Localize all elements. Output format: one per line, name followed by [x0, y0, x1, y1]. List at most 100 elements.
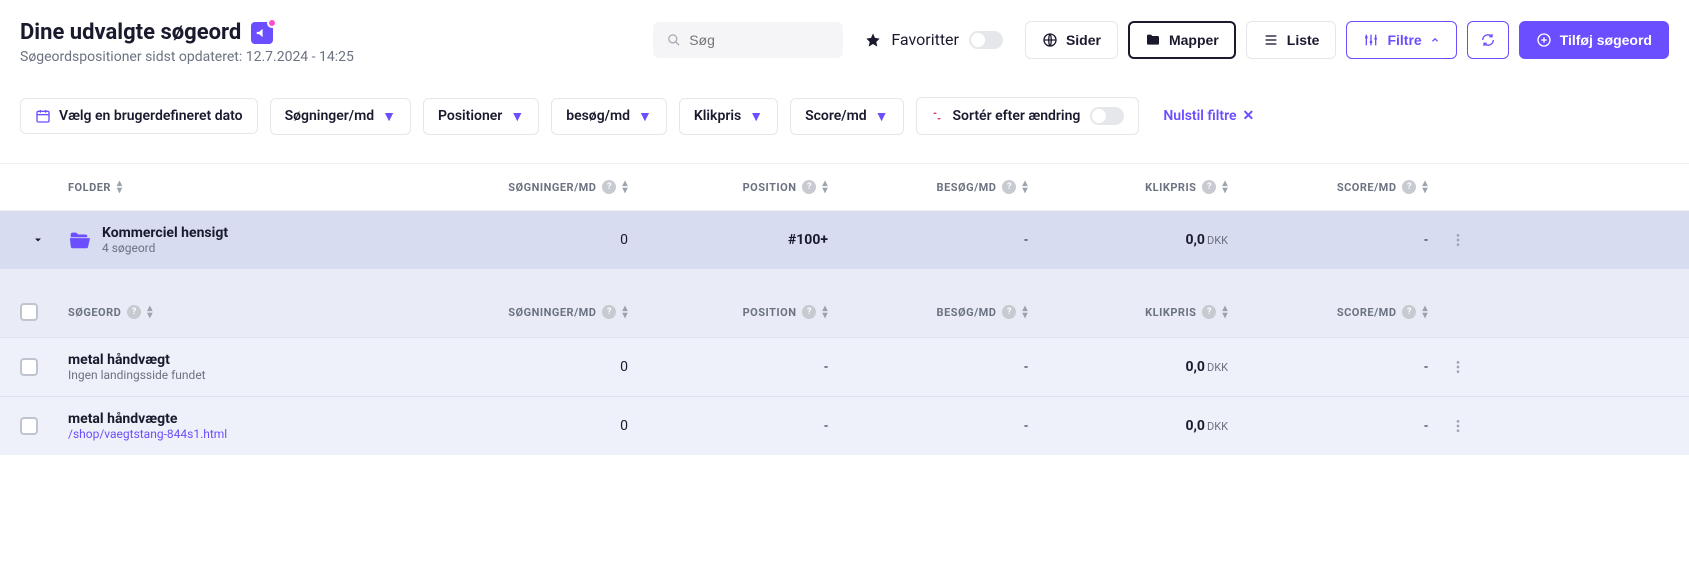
keyword-landing-page-link[interactable]: /shop/vaegtstang-844s1.html: [68, 427, 428, 441]
last-updated-text: Søgeordspositioner sidst opdateret: 12.7…: [20, 49, 354, 65]
keyword-score: -: [1228, 359, 1428, 375]
help-icon[interactable]: ?: [127, 305, 141, 319]
col-visits[interactable]: BESØG/MD ? ▴▾: [828, 180, 1028, 194]
search-box[interactable]: [653, 22, 843, 58]
sort-icon: ▴▾: [1422, 305, 1428, 319]
keyword-visits: -: [828, 418, 1028, 434]
positions-filter[interactable]: Positioner ▼: [423, 98, 539, 135]
help-icon[interactable]: ?: [602, 180, 616, 194]
keyword-cell: metal håndvægte /shop/vaegtstang-844s1.h…: [68, 411, 428, 441]
announcement-icon[interactable]: [251, 22, 273, 44]
visits-filter[interactable]: besøg/md ▼: [551, 98, 667, 135]
help-icon[interactable]: ?: [602, 305, 616, 319]
searches-filter[interactable]: Søgninger/md ▼: [270, 98, 411, 135]
keyword-searches: 0: [428, 418, 628, 434]
help-icon[interactable]: ?: [1002, 180, 1016, 194]
filters-button[interactable]: Filtre: [1346, 21, 1456, 59]
folder-searches: 0: [428, 232, 628, 248]
keyword-row[interactable]: metal håndvægt Ingen landingsside fundet…: [0, 337, 1689, 396]
reset-filters-link[interactable]: Nulstil filtre ✕: [1163, 108, 1254, 124]
help-icon[interactable]: ?: [802, 180, 816, 194]
favorites-label: Favoritter: [891, 30, 959, 49]
col-cpc[interactable]: KLIKPRIS ? ▴▾: [1028, 180, 1228, 194]
keyword-position: -: [628, 418, 828, 434]
add-keyword-button[interactable]: Tilføj søgeord: [1519, 21, 1669, 59]
title-row: Dine udvalgte søgeord: [20, 20, 354, 45]
list-view-button[interactable]: Liste: [1246, 21, 1337, 59]
pages-view-button[interactable]: Sider: [1025, 21, 1118, 59]
folder-score: -: [1228, 232, 1428, 248]
chevron-down-icon: ▼: [749, 108, 763, 125]
folders-view-button[interactable]: Mapper: [1128, 21, 1236, 59]
row-checkbox[interactable]: [20, 417, 38, 435]
folder-icon: [1145, 32, 1161, 48]
chevron-down-icon: ▼: [382, 108, 396, 125]
help-icon[interactable]: ?: [1202, 180, 1216, 194]
table-header: FOLDER ▴▾ SØGNINGER/MD ? ▴▾ POSITION ? ▴…: [0, 163, 1689, 211]
help-icon[interactable]: ?: [1402, 180, 1416, 194]
chevron-up-icon: [1430, 35, 1440, 45]
sub-col-keyword[interactable]: SØGEORD ? ▴▾: [68, 305, 428, 319]
row-more-menu[interactable]: [1428, 418, 1488, 434]
chevron-down-icon: [32, 234, 44, 246]
row-checkbox[interactable]: [20, 358, 38, 376]
folder-open-icon: [68, 229, 90, 251]
header-left: Dine udvalgte søgeord Søgeordspositioner…: [20, 20, 354, 65]
custom-date-filter[interactable]: Vælg en brugerdefineret dato: [20, 98, 258, 134]
col-position-label: POSITION: [743, 181, 797, 194]
globe-icon: [1042, 32, 1058, 48]
sub-col-cpc[interactable]: KLIKPRIS ? ▴▾: [1028, 305, 1228, 319]
page-title: Dine udvalgte søgeord: [20, 20, 241, 45]
add-keyword-label: Tilføj søgeord: [1560, 32, 1652, 48]
sub-col-score[interactable]: SCORE/MD ? ▴▾: [1228, 305, 1428, 319]
sub-col-visits-label: BESØG/MD: [937, 306, 997, 319]
chevron-down-icon: ▼: [510, 108, 524, 125]
sub-col-searches[interactable]: SØGNINGER/MD ? ▴▾: [428, 305, 628, 319]
col-folder-label: FOLDER: [68, 181, 111, 194]
folder-expand-toggle[interactable]: [8, 234, 68, 246]
help-icon[interactable]: ?: [1002, 305, 1016, 319]
favorites-toggle[interactable]: Favoritter: [853, 20, 1015, 59]
keyword-score: -: [1228, 418, 1428, 434]
sub-col-keyword-label: SØGEORD: [68, 306, 121, 319]
help-icon[interactable]: ?: [1402, 305, 1416, 319]
keyword-name: metal håndvægt: [68, 352, 428, 368]
col-folder[interactable]: FOLDER ▴▾: [68, 180, 428, 194]
select-all-checkbox[interactable]: [20, 303, 38, 321]
sort-change-switch[interactable]: [1090, 107, 1124, 125]
sub-col-visits[interactable]: BESØG/MD ? ▴▾: [828, 305, 1028, 319]
sub-col-position[interactable]: POSITION ? ▴▾: [628, 305, 828, 319]
help-icon[interactable]: ?: [802, 305, 816, 319]
keyword-visits: -: [828, 359, 1028, 375]
sort-icon: ▴▾: [1422, 180, 1428, 194]
sort-change-label: Sortér efter ændring: [953, 108, 1081, 124]
page-header: Dine udvalgte søgeord Søgeordspositioner…: [0, 0, 1689, 77]
col-position[interactable]: POSITION ? ▴▾: [628, 180, 828, 194]
refresh-button[interactable]: [1467, 21, 1509, 59]
keyword-searches: 0: [428, 359, 628, 375]
keyword-sub-section: SØGEORD ? ▴▾ SØGNINGER/MD ? ▴▾ POSITION …: [0, 269, 1689, 455]
search-input[interactable]: [689, 32, 829, 48]
score-filter[interactable]: Score/md ▼: [790, 98, 903, 135]
keyword-name: metal håndvægte: [68, 411, 428, 427]
col-searches[interactable]: SØGNINGER/MD ? ▴▾: [428, 180, 628, 194]
filters-row: Vælg en brugerdefineret dato Søgninger/m…: [0, 77, 1689, 163]
col-searches-label: SØGNINGER/MD: [508, 181, 596, 194]
keyword-row[interactable]: metal håndvægte /shop/vaegtstang-844s1.h…: [0, 396, 1689, 455]
folder-position: #100+: [628, 232, 828, 248]
col-score[interactable]: SCORE/MD ? ▴▾: [1228, 180, 1428, 194]
keyword-landing-page: Ingen landingsside fundet: [68, 368, 428, 382]
help-icon[interactable]: ?: [1202, 305, 1216, 319]
cpc-filter[interactable]: Klikpris ▼: [679, 98, 778, 135]
folder-more-menu[interactable]: [1428, 232, 1488, 248]
row-more-menu[interactable]: [1428, 359, 1488, 375]
favorites-switch[interactable]: [969, 31, 1003, 49]
sub-table-header: SØGEORD ? ▴▾ SØGNINGER/MD ? ▴▾ POSITION …: [0, 269, 1689, 337]
folder-count: 4 søgeord: [102, 241, 228, 255]
dots-vertical-icon: [1450, 232, 1466, 248]
sort-by-change-toggle[interactable]: Sortér efter ændring: [916, 97, 1140, 135]
folder-row[interactable]: Kommerciel hensigt 4 søgeord 0 #100+ - 0…: [0, 211, 1689, 269]
plus-circle-icon: [1536, 32, 1552, 48]
keyword-cpc: 0,0DKK: [1028, 418, 1228, 434]
refresh-icon: [1480, 32, 1496, 48]
